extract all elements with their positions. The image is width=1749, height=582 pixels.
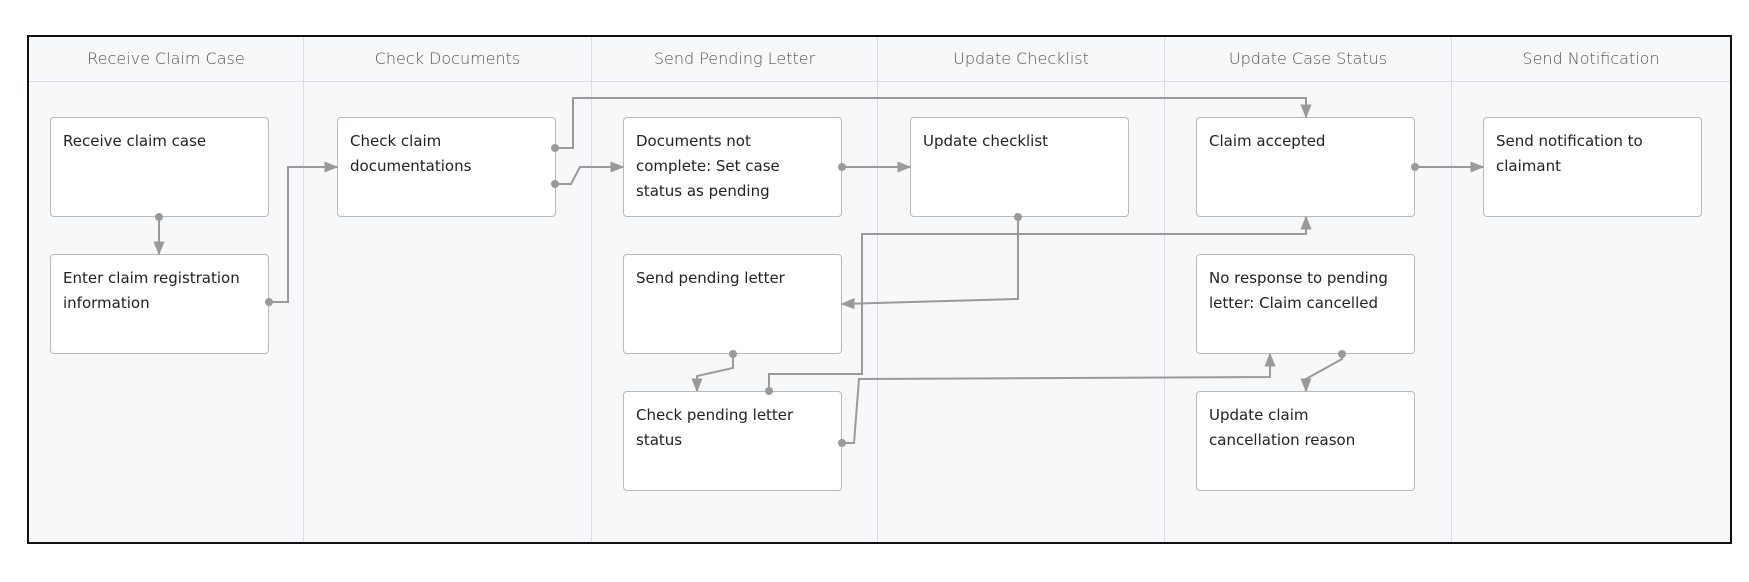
lane-title: Check Documents (304, 37, 591, 82)
lane-send-notification: Send Notification (1452, 37, 1730, 542)
swimlane-diagram: Receive Claim Case Check Documents Send … (27, 35, 1732, 544)
task-send-pending-letter[interactable]: Send pending letter (623, 254, 842, 354)
lane-title: Receive Claim Case (29, 37, 303, 82)
task-claim-accepted[interactable]: Claim accepted (1196, 117, 1415, 217)
task-enter-claim-info[interactable]: Enter claim registration information (50, 254, 269, 354)
task-receive-claim-case[interactable]: Receive claim case (50, 117, 269, 217)
lane-title: Send Notification (1452, 37, 1730, 82)
task-claim-cancelled[interactable]: No response to pending letter: Claim can… (1196, 254, 1415, 354)
task-send-notification[interactable]: Send notification to claimant (1483, 117, 1702, 217)
task-check-pending-status[interactable]: Check pending letter status (623, 391, 842, 491)
lane-check-documents: Check Documents (304, 37, 592, 542)
task-update-cancel-reason[interactable]: Update claim cancellation reason (1196, 391, 1415, 491)
task-check-claim-docs[interactable]: Check claim documentations (337, 117, 556, 217)
lane-title: Update Case Status (1165, 37, 1451, 82)
lane-title: Update Checklist (878, 37, 1164, 82)
task-update-checklist[interactable]: Update checklist (910, 117, 1129, 217)
task-docs-not-complete[interactable]: Documents not complete: Set case status … (623, 117, 842, 217)
lane-title: Send Pending Letter (592, 37, 877, 82)
lane-update-checklist: Update Checklist (878, 37, 1165, 542)
